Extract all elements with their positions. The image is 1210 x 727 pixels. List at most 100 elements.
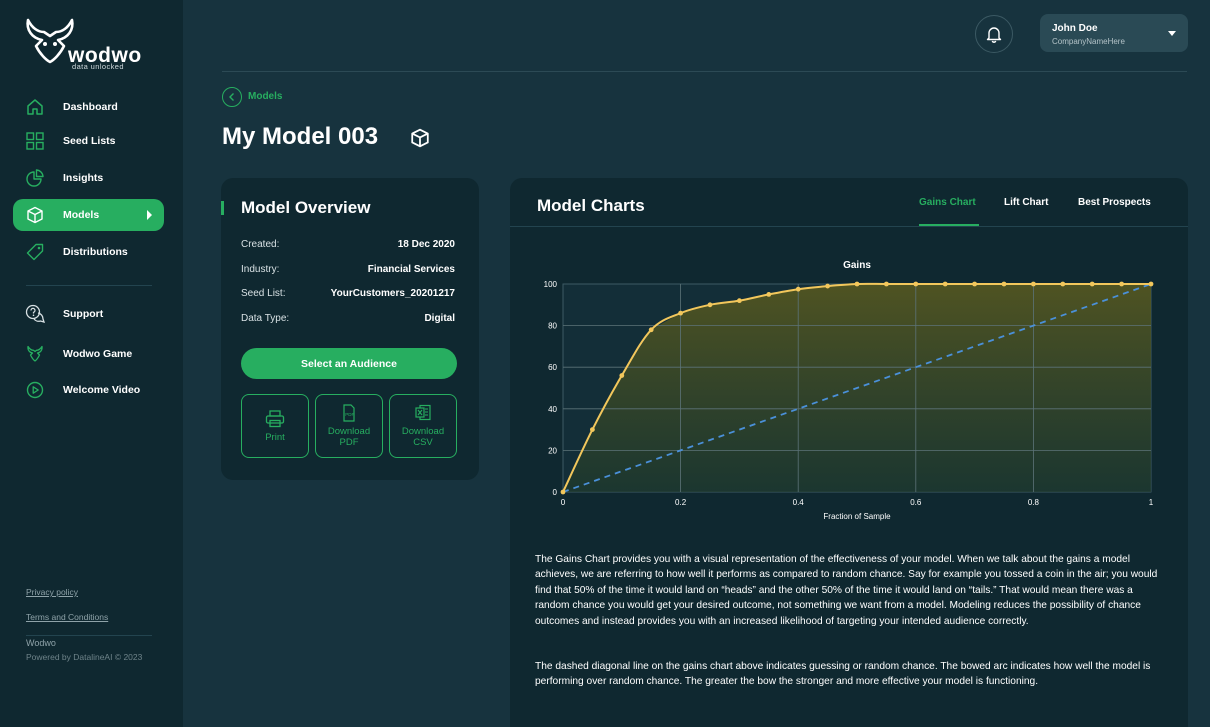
model-data-point	[1119, 281, 1124, 287]
cube-icon	[25, 205, 45, 225]
brand-tagline: data unlocked	[72, 62, 124, 71]
gains-description-2: The dashed diagonal line on the gains ch…	[535, 661, 1151, 688]
label-line: CSV	[413, 437, 433, 448]
model-data-point	[972, 281, 977, 287]
sidebar-item-label: Insights	[63, 172, 104, 184]
tag-icon	[25, 242, 45, 262]
model-data-point	[560, 489, 566, 495]
sidebar-item-label: Support	[63, 308, 104, 320]
model-data-point	[1060, 281, 1066, 287]
model-data-point	[1001, 281, 1007, 287]
x-tick-label: 0.2	[675, 498, 687, 507]
row-key: Data Type:	[241, 313, 290, 324]
model-data-point	[648, 327, 654, 333]
y-tick-label: 40	[548, 405, 557, 414]
model-data-point	[795, 286, 801, 292]
y-tick-label: 100	[544, 280, 558, 289]
y-tick-label: 80	[548, 322, 557, 331]
print-label: Print	[265, 431, 285, 443]
sidebar-item-welcome-video[interactable]: Welcome Video	[13, 374, 164, 406]
sidebar-item-label: Dashboard	[63, 101, 118, 113]
page-title: My Model 003	[222, 123, 379, 150]
home-icon	[25, 97, 45, 117]
sidebar-item-label: Models	[63, 209, 100, 221]
cube-icon	[411, 128, 429, 148]
label-line: Download	[401, 426, 445, 437]
charts-header-divider	[510, 226, 1188, 227]
row-key: Created:	[241, 239, 280, 250]
model-data-point	[1031, 281, 1036, 287]
y-tick-label: 60	[548, 363, 557, 372]
gains-chart: Gains 0 0.2 0.4 0.6 0.8 1 0 20 40 60 80 100 Fraction …	[544, 260, 1154, 521]
user-name: John Doe	[1052, 23, 1098, 34]
sidebar-item-distributions[interactable]: Distributions	[13, 236, 164, 268]
model-data-point	[854, 281, 860, 287]
x-tick-label: 0	[561, 498, 566, 507]
model-data-point	[913, 281, 919, 287]
model-data-point	[884, 281, 889, 287]
grid-icon	[25, 131, 45, 151]
x-tick-label: 0.6	[910, 498, 922, 507]
row-value: 18 Dec 2020	[397, 239, 455, 250]
sidebar-item-label: Seed Lists	[63, 135, 116, 147]
x-axis-label: Fraction of Sample	[823, 512, 891, 521]
overview-row-industry: Industry: Financial Services	[241, 264, 455, 275]
sidebar-item-models[interactable]: Models	[13, 199, 164, 231]
model-charts-card: Model Charts Gains Chart Lift Chart Best…	[510, 178, 1188, 727]
row-value: Digital	[424, 313, 455, 324]
x-tick-label: 0.8	[1028, 498, 1040, 507]
chat-help-icon	[25, 304, 45, 324]
user-menu[interactable]: John Doe CompanyNameHere	[1040, 14, 1188, 52]
download-csv-button[interactable]: Download CSV	[389, 394, 457, 458]
card-accent	[221, 201, 224, 215]
sidebar-item-wodwo-game[interactable]: Wodwo Game	[13, 338, 164, 370]
download-pdf-label: Download PDF	[328, 426, 370, 448]
overview-row-created: Created: 18 Dec 2020	[241, 239, 455, 250]
row-value: Financial Services	[367, 264, 455, 275]
model-data-point	[619, 373, 625, 378]
sidebar-item-support[interactable]: Support	[13, 298, 164, 330]
pdf-file-icon: PDF	[343, 404, 355, 422]
row-key: Seed List:	[241, 288, 286, 299]
back-button[interactable]	[222, 87, 242, 107]
gains-description-1: The Gains Chart provides you with a visu…	[535, 554, 1158, 627]
chart-title: Gains	[843, 260, 871, 271]
print-button[interactable]: Print	[241, 394, 309, 458]
row-value: YourCustomers_20201217	[330, 288, 455, 299]
terms-link[interactable]: Terms and Conditions	[26, 612, 108, 622]
model-data-point	[737, 298, 742, 304]
sidebar-item-dashboard[interactable]: Dashboard	[13, 91, 164, 123]
sidebar-item-insights[interactable]: Insights	[13, 162, 164, 194]
model-data-point	[766, 292, 772, 297]
overview-row-data-type: Data Type: Digital	[241, 313, 455, 324]
label-line: Download	[327, 426, 371, 437]
printer-icon	[265, 409, 285, 427]
tab-best-prospects[interactable]: Best Prospects	[1078, 197, 1151, 208]
row-key: Industry:	[241, 264, 280, 275]
select-audience-button[interactable]: Select an Audience	[241, 348, 457, 379]
notifications-button[interactable]	[975, 15, 1013, 53]
wodwo-head-icon	[25, 344, 45, 364]
chevron-down-icon	[1168, 31, 1176, 36]
sidebar-item-label: Welcome Video	[63, 384, 141, 396]
tab-lift-chart[interactable]: Lift Chart	[1004, 197, 1048, 208]
overview-title: Model Overview	[241, 198, 371, 217]
copyright: Powered by DatalineAI © 2023	[26, 652, 143, 662]
csv-file-icon	[415, 404, 431, 421]
charts-title: Model Charts	[537, 196, 645, 215]
user-company: CompanyNameHere	[1052, 37, 1125, 46]
y-tick-label: 20	[548, 446, 557, 455]
footer-brand: Wodwo	[26, 638, 56, 648]
breadcrumb[interactable]: Models	[248, 91, 282, 102]
sidebar-item-seed-lists[interactable]: Seed Lists	[13, 125, 164, 157]
privacy-policy-link[interactable]: Privacy policy	[26, 587, 78, 597]
sidebar-footer-divider	[26, 635, 152, 636]
bell-icon	[986, 27, 1002, 43]
label-line: PDF	[339, 437, 359, 448]
download-pdf-button[interactable]: PDF Download PDF	[315, 394, 383, 458]
pie-chart-icon	[25, 168, 45, 188]
model-data-point	[1089, 281, 1095, 287]
tab-gains-chart[interactable]: Gains Chart	[919, 197, 976, 208]
model-overview-card: Model Overview Created: 18 Dec 2020 Indu…	[221, 178, 479, 480]
header-divider	[222, 71, 1187, 72]
